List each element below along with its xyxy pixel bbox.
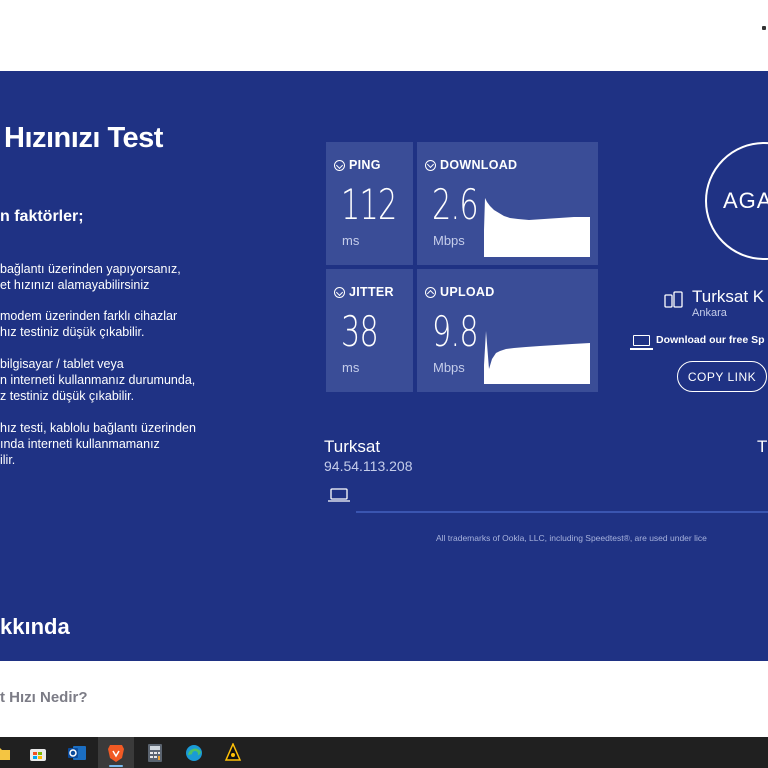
trademark-notice: All trademarks of Ookla, LLC, including … xyxy=(436,533,707,543)
app-icon[interactable] xyxy=(215,737,251,768)
edge-icon[interactable] xyxy=(176,737,212,768)
header-menu-icon[interactable] xyxy=(762,26,766,30)
download-unit: Mbps xyxy=(433,233,465,248)
server-ip: 94.54.113.208 xyxy=(324,458,413,474)
upload-value: 9.8 xyxy=(432,307,479,356)
upload-unit: Mbps xyxy=(433,360,465,375)
jitter-icon xyxy=(334,286,345,298)
store-icon[interactable] xyxy=(20,737,56,768)
taskbar xyxy=(0,737,768,768)
upload-tile: UPLOAD 9.8 Mbps xyxy=(417,269,598,392)
ping-label: PING xyxy=(349,158,381,172)
isp-name: Turksat K xyxy=(692,287,765,306)
site-header xyxy=(0,0,768,71)
ping-icon xyxy=(334,159,345,171)
host-laptop-icon xyxy=(328,488,350,507)
speedtest-hero: Hızınızı Test n faktörler; bağlantı üzer… xyxy=(0,71,768,661)
factor-paragraph-1: bağlantı üzerinden yapıyorsanız, et hızı… xyxy=(0,262,181,292)
download-app-link[interactable]: Download our free Sp xyxy=(630,334,765,350)
download-tile: DOWNLOAD 2.6 Mbps xyxy=(417,142,598,265)
jitter-tile: JITTER 38 ms xyxy=(326,269,413,392)
screen: Hızınızı Test n faktörler; bağlantı üzer… xyxy=(0,0,768,768)
download-graph xyxy=(484,198,590,257)
download-value: 2.6 xyxy=(432,180,479,229)
server-divider xyxy=(356,511,768,513)
ping-value: 112 xyxy=(341,180,397,229)
outlook-icon[interactable] xyxy=(59,737,95,768)
server-name: Turksat xyxy=(324,437,381,456)
download-icon xyxy=(425,159,436,171)
about-heading: kkında xyxy=(0,614,70,639)
brave-icon[interactable] xyxy=(98,737,134,768)
calculator-icon[interactable] xyxy=(137,737,173,768)
laptop-icon xyxy=(630,334,653,350)
folder-icon[interactable] xyxy=(0,737,20,768)
jitter-label: JITTER xyxy=(349,285,394,299)
devices-icon xyxy=(664,291,683,308)
section-heading: t Hızı Nedir? xyxy=(0,689,88,706)
upload-graph xyxy=(484,331,590,384)
ping-tile: PING 112 ms xyxy=(326,142,413,265)
server-info: Turksat 94.54.113.208 xyxy=(324,437,413,474)
upload-icon xyxy=(425,286,436,298)
factor-paragraph-4: hız testi, kablolu bağlantı üzerinden ın… xyxy=(0,421,196,467)
ping-unit: ms xyxy=(342,233,360,248)
go-button[interactable]: AGA xyxy=(705,142,768,260)
download-label: DOWNLOAD xyxy=(440,158,518,172)
isp-location: Ankara xyxy=(692,307,727,319)
page-title: Hızınızı Test xyxy=(4,122,163,154)
server-right-label: T xyxy=(757,437,768,456)
jitter-value: 38 xyxy=(341,307,379,356)
factor-paragraph-3: bilgisayar / tablet veya n interneti kul… xyxy=(0,357,196,403)
copy-link-button[interactable]: COPY LINK xyxy=(677,361,767,392)
upload-label: UPLOAD xyxy=(440,285,495,299)
factors-heading: n faktörler; xyxy=(0,208,84,225)
jitter-unit: ms xyxy=(342,360,360,375)
factor-paragraph-2: modem üzerinden farklı cihazlar hız test… xyxy=(0,309,178,339)
